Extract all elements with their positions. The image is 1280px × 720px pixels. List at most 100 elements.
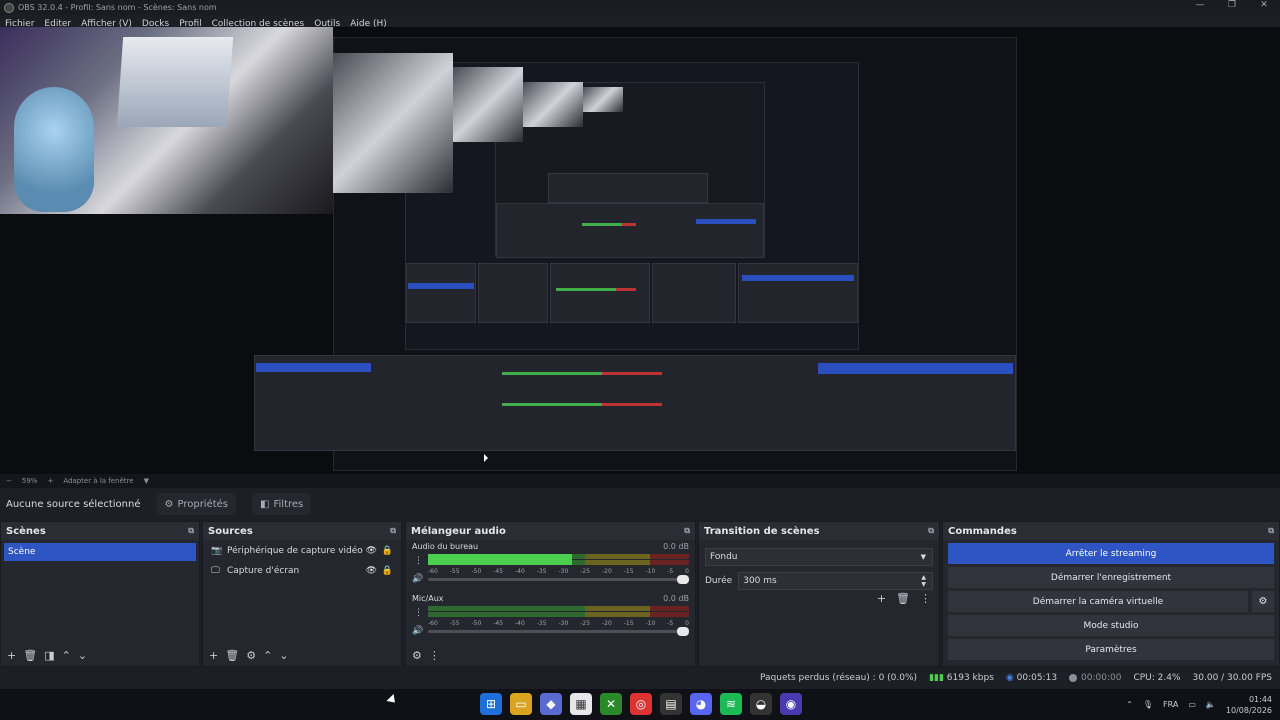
channel-menu-icon[interactable]: ⋮ <box>414 556 423 566</box>
channel-menu-icon[interactable]: ⋮ <box>414 608 423 618</box>
chevron-down-icon[interactable]: ▼ <box>144 477 149 485</box>
transition-tools: + 🗑 ⋮ <box>877 592 931 605</box>
scenes-dock-header: Scènes ⧉ <box>1 522 199 540</box>
spinner-icon[interactable]: ▲ ▼ <box>921 574 926 588</box>
transition-select[interactable]: Fondu ▼ <box>705 548 933 566</box>
meter-tick-label: -40 <box>515 620 525 627</box>
github-icon[interactable]: ◒ <box>750 693 772 715</box>
scene-filters-button[interactable]: ◨ <box>44 649 54 662</box>
move-down-button[interactable]: ⌄ <box>279 649 288 662</box>
preview-toolbar: − 59% + Adapter à la fenêtre ▼ <box>0 474 1280 488</box>
chrome-icon[interactable]: ◎ <box>630 693 652 715</box>
spotify-icon[interactable]: ≋ <box>720 693 742 715</box>
store-icon[interactable]: ▦ <box>570 693 592 715</box>
stop-streaming-button[interactable]: Arrêter le streaming <box>948 543 1274 564</box>
clock[interactable]: 01:44 10/08/2026 <box>1226 694 1272 716</box>
obs-icon[interactable]: ◉ <box>780 693 802 715</box>
webcam-feed <box>0 27 333 214</box>
windows-start-icon[interactable]: ⊞ <box>480 693 502 715</box>
terminal-icon[interactable]: ▤ <box>660 693 682 715</box>
menu-edit[interactable]: Editer <box>39 19 76 29</box>
filters-label: Filtres <box>273 498 304 510</box>
visibility-eye-icon[interactable]: 👁 <box>366 566 377 576</box>
zoom-level: 59% <box>21 477 38 485</box>
volume-slider[interactable] <box>428 627 689 636</box>
float-dock-icon[interactable]: ⧉ <box>188 526 194 536</box>
lock-icon[interactable]: 🔒 <box>382 546 393 556</box>
scene-item[interactable]: Scène <box>4 543 196 561</box>
discord-icon[interactable]: ◕ <box>690 693 712 715</box>
volume-icon[interactable]: 🔈 <box>1206 700 1216 709</box>
filters-button[interactable]: ◧ Filtres <box>252 493 312 515</box>
file-explorer-icon[interactable]: ▭ <box>510 693 532 715</box>
speaker-icon[interactable]: 🔊 <box>412 626 423 636</box>
add-scene-button[interactable]: + <box>7 649 16 662</box>
float-dock-icon[interactable]: ⧉ <box>684 526 690 536</box>
meter-tick-label: -60 <box>428 568 438 575</box>
add-transition-button[interactable]: + <box>877 592 886 605</box>
gear-icon: ⚙ <box>164 498 174 510</box>
speaker-icon[interactable]: 🔊 <box>412 574 423 584</box>
lock-icon[interactable]: 🔒 <box>382 566 393 576</box>
copilot-icon[interactable]: ◆ <box>540 693 562 715</box>
slider-knob[interactable] <box>677 627 689 636</box>
xbox-icon[interactable]: ✕ <box>600 693 622 715</box>
volume-slider[interactable] <box>428 575 689 584</box>
menu-help[interactable]: Aide (H) <box>345 19 392 29</box>
advanced-audio-icon[interactable]: ⚙ <box>412 649 422 662</box>
meter-tick-label: -40 <box>515 568 525 575</box>
move-up-button[interactable]: ⌃ <box>62 649 71 662</box>
zoom-out-button[interactable]: − <box>6 477 12 485</box>
menu-scene-collection[interactable]: Collection de scènes <box>207 19 310 29</box>
gear-icon[interactable]: ⚙ <box>1252 591 1274 612</box>
zoom-in-button[interactable]: + <box>47 477 53 485</box>
remove-source-button[interactable]: 🗑 <box>225 649 239 662</box>
settings-button[interactable]: Paramètres <box>948 639 1274 660</box>
maximize-button[interactable]: ❐ <box>1216 0 1248 10</box>
minimize-button[interactable]: — <box>1184 0 1216 10</box>
float-dock-icon[interactable]: ⧉ <box>1268 526 1274 536</box>
close-button[interactable]: ✕ <box>1248 0 1280 10</box>
transitions-dock-header: Transition de scènes ⧉ <box>699 522 939 540</box>
add-source-button[interactable]: + <box>209 649 218 662</box>
menu-view[interactable]: Afficher (V) <box>76 19 137 29</box>
preview-canvas[interactable] <box>0 27 1280 474</box>
virtual-camera-row: Démarrer la caméra virtuelle ⚙ <box>948 591 1274 612</box>
virtual-camera-button[interactable]: Démarrer la caméra virtuelle <box>948 591 1248 612</box>
source-item-screen-capture[interactable]: 🖵 Capture d'écran 👁 🔒 <box>203 561 401 581</box>
fit-window-select[interactable]: Adapter à la fenêtre <box>63 477 133 485</box>
slider-knob[interactable] <box>677 575 689 584</box>
language-indicator[interactable]: FRA <box>1163 700 1178 709</box>
studio-mode-button[interactable]: Mode studio <box>948 615 1274 636</box>
meter-tick-label: -20 <box>602 568 612 575</box>
remove-scene-button[interactable]: 🗑 <box>23 649 37 662</box>
menu-docks[interactable]: Docks <box>137 19 174 29</box>
source-item-video-capture[interactable]: 📷 Périphérique de capture vidéo 👁 🔒 <box>203 541 401 561</box>
source-item-label: Périphérique de capture vidéo <box>227 546 363 556</box>
dropped-frames: Paquets perdus (réseau) : 0 (0.0%) <box>759 673 918 683</box>
mixer-menu-icon[interactable]: ⋮ <box>429 649 440 662</box>
source-settings-button[interactable]: ⚙ <box>246 649 256 662</box>
volume-meter-fill <box>428 554 572 565</box>
remove-transition-button[interactable]: 🗑 <box>896 592 910 605</box>
transition-selected: Fondu <box>710 552 738 562</box>
duration-input[interactable]: 300 ms ▲ ▼ <box>738 572 933 590</box>
properties-button[interactable]: ⚙ Propriétés <box>156 493 237 515</box>
visibility-eye-icon[interactable]: 👁 <box>366 546 377 556</box>
float-dock-icon[interactable]: ⧉ <box>390 526 396 536</box>
start-recording-button[interactable]: Démarrer l'enregistrement <box>948 567 1274 588</box>
transition-menu-icon[interactable]: ⋮ <box>920 592 931 605</box>
move-down-button[interactable]: ⌄ <box>78 649 87 662</box>
meter-tick-label: -5 <box>667 568 674 575</box>
menu-file[interactable]: Fichier <box>0 19 39 29</box>
move-up-button[interactable]: ⌃ <box>263 649 272 662</box>
menu-tools[interactable]: Outils <box>309 19 345 29</box>
meter-tick-label: -50 <box>471 620 482 627</box>
rec-time: 00:00:00 <box>1081 673 1122 683</box>
microphone-icon[interactable]: 🎙 <box>1143 700 1153 709</box>
float-dock-icon[interactable]: ⧉ <box>928 526 934 536</box>
chevron-up-icon[interactable]: ⌃ <box>1126 700 1133 709</box>
webcam-monitor-image <box>116 37 234 127</box>
network-icon[interactable]: ▭ <box>1188 700 1196 709</box>
menu-profile[interactable]: Profil <box>174 19 206 29</box>
